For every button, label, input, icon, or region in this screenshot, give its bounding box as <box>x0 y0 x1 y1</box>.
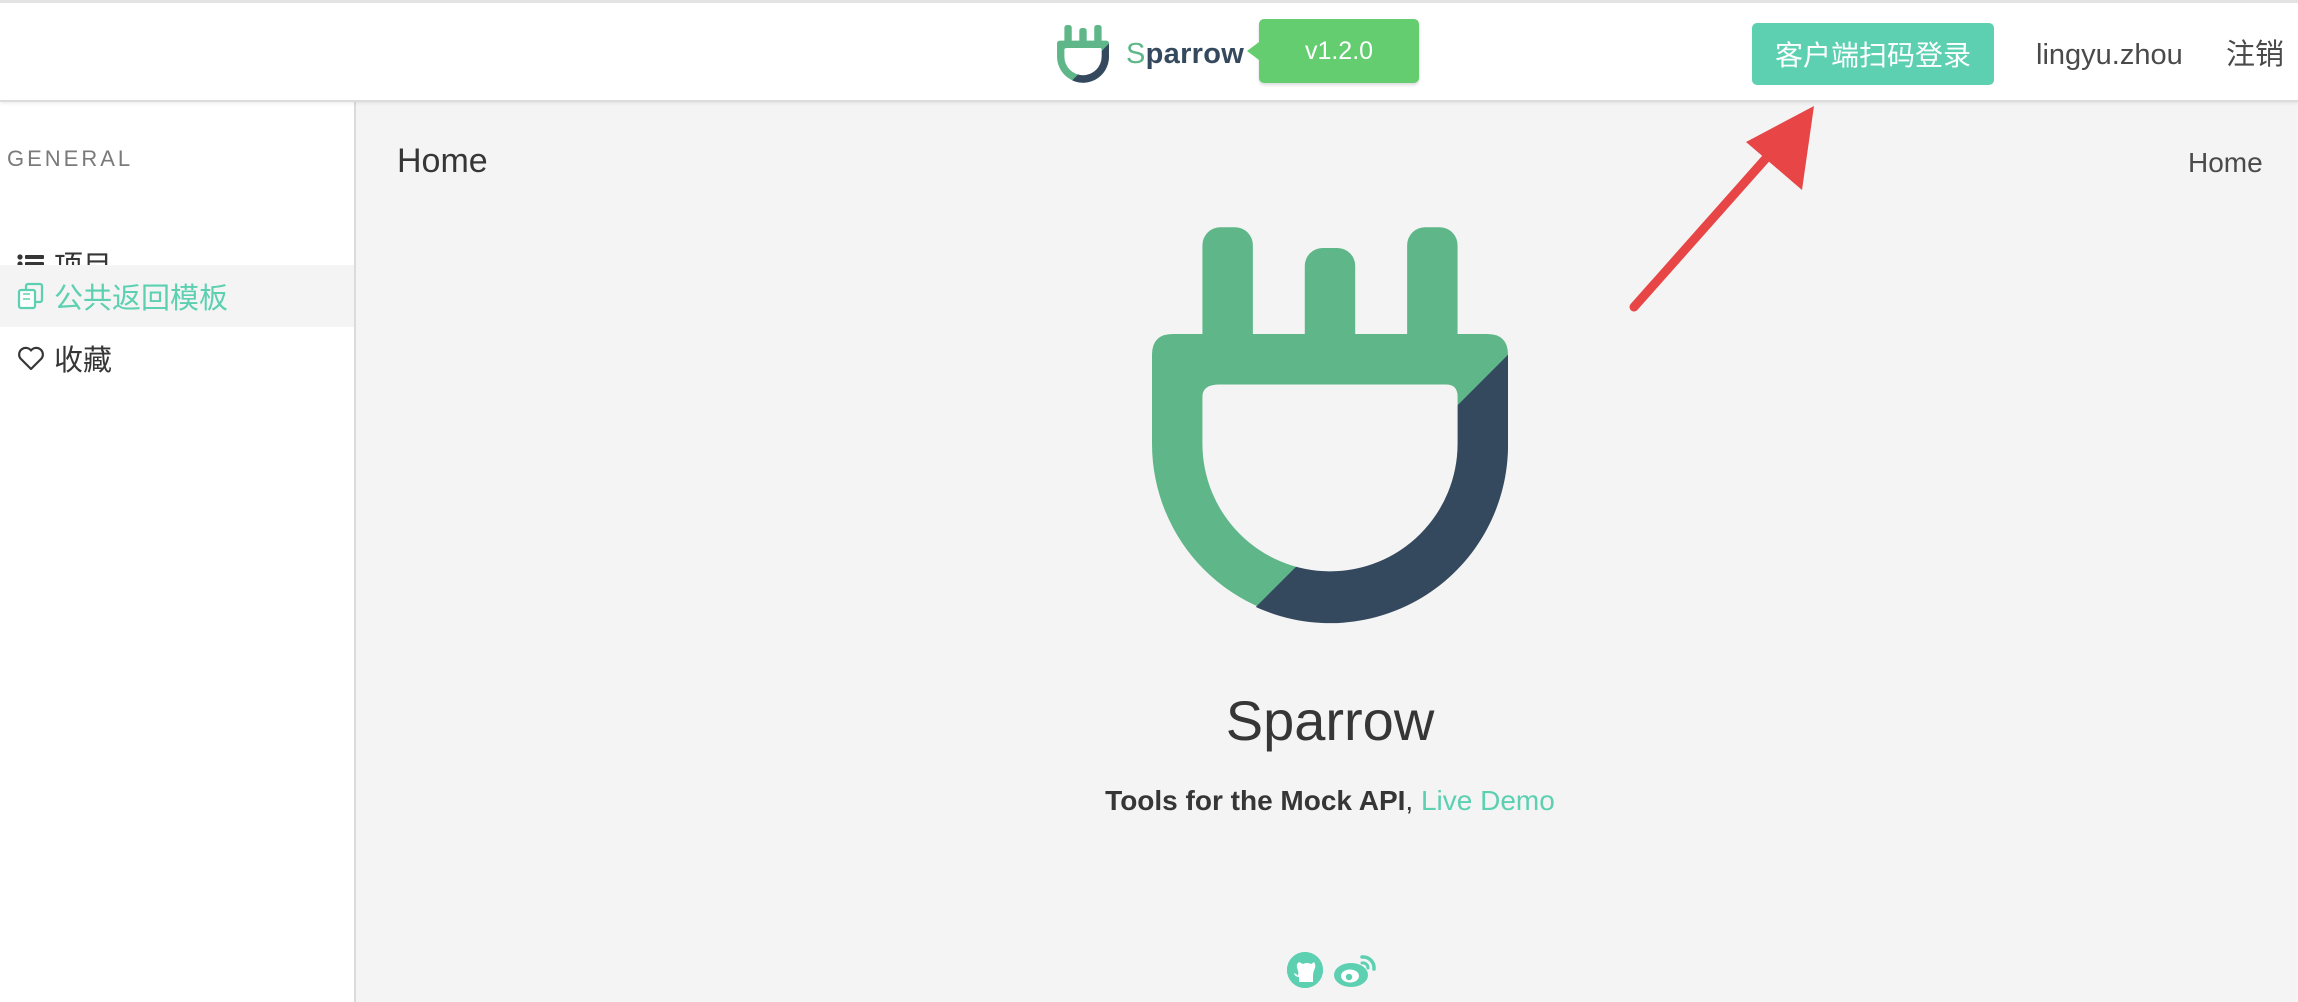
annotation-arrow-icon <box>1629 106 1814 312</box>
plug-logo-icon <box>1057 25 1109 83</box>
brand-name-rest: parrow <box>1145 37 1245 70</box>
breadcrumb[interactable]: Home <box>2188 147 2263 179</box>
brand[interactable]: Sparrow <box>1056 25 1244 83</box>
brand-name: Sparrow <box>1126 38 1244 71</box>
hero-tagline: Tools for the Mock API <box>1105 785 1406 816</box>
heart-icon <box>18 346 44 371</box>
weibo-icon[interactable] <box>1332 950 1378 990</box>
hero-separator: , <box>1405 785 1421 816</box>
logout-link[interactable]: 注销 <box>2226 33 2284 77</box>
scan-login-button[interactable]: 客户端扫码登录 <box>1752 23 1994 85</box>
hero-plug-logo-icon <box>1152 227 1508 624</box>
username-link[interactable]: lingyu.zhou <box>2036 33 2183 77</box>
hero-subtitle: Tools for the Mock API, Live Demo <box>1030 785 1630 817</box>
live-demo-link[interactable]: Live Demo <box>1421 785 1555 816</box>
sidebar-item-favorites[interactable]: 收藏 <box>0 327 354 389</box>
github-icon[interactable] <box>1286 950 1324 990</box>
sidebar-item-templates[interactable]: 公共返回模板 <box>0 265 354 327</box>
page-title: Home <box>397 142 488 180</box>
copy-icon <box>17 282 44 310</box>
top-navbar: Sparrow v1.2.0 客户端扫码登录 lingyu.zhou 注销 <box>0 0 2298 102</box>
menu-section-label: GENERAL <box>7 146 134 171</box>
sidebar-item-label: 收藏 <box>54 345 113 377</box>
sidebar: GENERAL 项目 公共返回模板 收藏 <box>0 102 356 1002</box>
brand-name-initial: S <box>1126 37 1146 70</box>
hero-title: Sparrow <box>1225 689 1435 752</box>
version-tooltip: v1.2.0 <box>1247 19 1419 83</box>
sidebar-item-label: 公共返回模板 <box>54 283 229 315</box>
